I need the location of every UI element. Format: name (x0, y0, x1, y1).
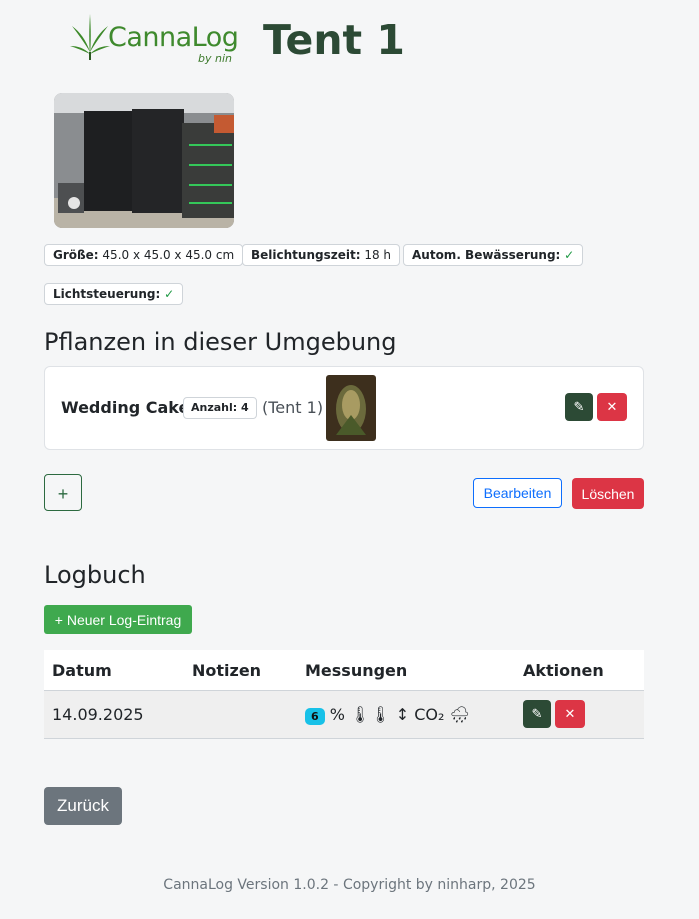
add-plant-button[interactable]: + (44, 474, 82, 511)
log-actions: ✎ ✕ (515, 690, 644, 739)
auto-watering-badge: Autom. Bewässerung: ✓ (403, 244, 584, 266)
log-date: 14.09.2025 (44, 690, 184, 739)
log-notes (184, 690, 297, 739)
size-badge: Größe: 45.0 x 45.0 x 45.0 cm (44, 244, 244, 266)
light-control-label: Lichtsteuerung: (53, 287, 161, 301)
size-label: Größe: (53, 248, 99, 262)
column-header-notes: Notizen (184, 650, 297, 691)
log-edit-button[interactable]: ✎ (523, 700, 551, 728)
log-delete-button[interactable]: ✕ (555, 700, 585, 728)
plant-card: Wedding Cake Anzahl: 4 (Tent 1) ✎ ✕ (44, 366, 644, 450)
delete-environment-button[interactable]: Löschen (572, 478, 644, 509)
size-value: 45.0 x 45.0 x 45.0 cm (102, 248, 235, 262)
log-measurements: 6 % 🌡🌡 ↕ CO₂ 🌧 (297, 690, 515, 739)
footer-copyright: CannaLog Version 1.0.2 - Copyright by ni… (163, 877, 536, 893)
plant-image[interactable] (326, 375, 376, 441)
light-time-badge: Belichtungszeit: 18 h (242, 244, 401, 266)
column-header-actions: Aktionen (515, 650, 644, 691)
plant-location: (Tent 1) (262, 398, 324, 417)
auto-watering-label: Autom. Bewässerung: (412, 248, 561, 262)
plant-delete-button[interactable]: ✕ (597, 393, 627, 421)
plant-edit-button[interactable]: ✎ (565, 393, 593, 421)
table-header-row: Datum Notizen Messungen Aktionen (44, 650, 644, 691)
logo-subtitle: by nin (198, 52, 232, 65)
logo-text: CannaLog (108, 22, 239, 53)
cannabis-leaf-icon (70, 14, 110, 60)
tent-image (54, 93, 234, 228)
light-time-value: 18 h (364, 248, 392, 262)
new-log-entry-button[interactable]: + Neuer Log-Eintrag (44, 605, 192, 634)
page-title: Tent 1 (263, 16, 405, 64)
logbook-table: Datum Notizen Messungen Aktionen 14.09.2… (44, 650, 644, 739)
measurement-badge: 6 (305, 707, 325, 725)
back-button[interactable]: Zurück (44, 787, 122, 825)
app-logo[interactable]: CannaLog by nin (70, 12, 239, 68)
measurement-icons: % 🌡🌡 ↕ CO₂ 🌧 (324, 704, 470, 724)
plants-heading: Pflanzen in dieser Umgebung (44, 328, 397, 356)
logbook-heading: Logbuch (44, 561, 146, 589)
auto-watering-check-icon: ✓ (564, 248, 575, 262)
column-header-measurements: Messungen (297, 650, 515, 691)
plant-name[interactable]: Wedding Cake (61, 398, 189, 417)
light-control-badge: Lichtsteuerung: ✓ (44, 283, 184, 305)
plant-count-badge: Anzahl: 4 (183, 397, 257, 419)
light-time-label: Belichtungszeit: (251, 248, 361, 262)
column-header-date: Datum (44, 650, 184, 691)
edit-environment-button[interactable]: Bearbeiten (473, 478, 562, 508)
light-control-check-icon: ✓ (164, 287, 175, 301)
table-row: 14.09.2025 6 % 🌡🌡 ↕ CO₂ 🌧 ✎ ✕ (44, 690, 644, 739)
